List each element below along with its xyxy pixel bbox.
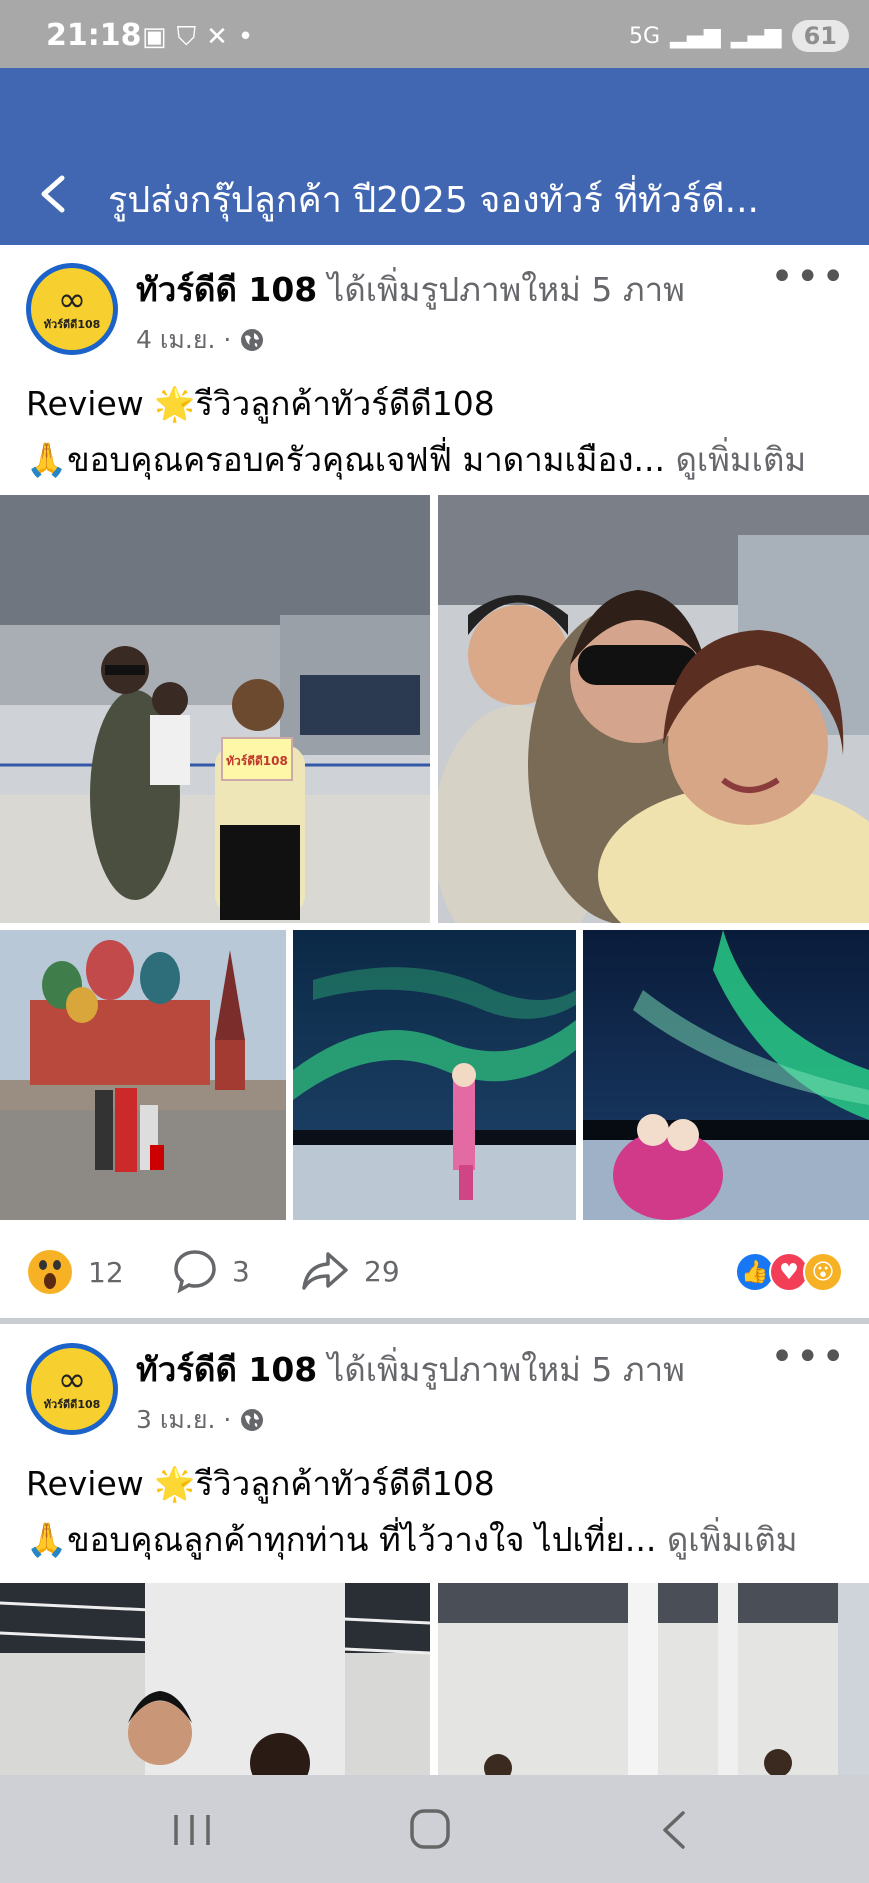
album-header: รูปส่งกรุ๊ปลูกค้า ปี2025 จองทัวร์ ที่ทัว… — [0, 68, 869, 245]
see-more-link[interactable]: ดูเพิ่มเติม — [675, 440, 806, 479]
wow-emoji-icon — [28, 1250, 72, 1294]
post: ∞ ทัวร์ดีดี108 ทัวร์ดีดี 108 ได้เพิ่มรูป… — [0, 245, 869, 1320]
comment-count: 3 — [232, 1254, 250, 1288]
share-icon — [302, 1252, 348, 1290]
photo-sign-text: ทัวร์ดีดี108 — [226, 754, 288, 768]
network-type: 5G — [629, 23, 661, 49]
post-date[interactable]: 3 เม.ย. · — [136, 1400, 231, 1440]
more-icon[interactable]: ••• — [770, 257, 847, 297]
photo-aurora-2[interactable] — [583, 930, 869, 1220]
signal-icon: ▂▄▆ — [670, 23, 721, 49]
dot-icon: • — [237, 22, 254, 52]
system-nav-bar — [0, 1775, 869, 1883]
post-date[interactable]: 4 เม.ย. · — [136, 320, 231, 360]
avatar-label: ทัวร์ดีดี108 — [43, 318, 101, 331]
post-header-line: ทัวร์ดีดี 108 ได้เพิ่มรูปภาพใหม่ 5 ภาพ — [136, 263, 685, 316]
post-text-line-1: Review 🌟รีวิวลูกค้าทัวร์ดีดี108 — [26, 384, 495, 423]
share-count: 29 — [364, 1254, 400, 1288]
photo-airport-2[interactable] — [0, 1583, 430, 1775]
screenshot-icon: ▣ — [142, 22, 167, 52]
shield-icon: ⛉ — [176, 22, 197, 52]
status-notification-icons: ▣ ⛉ ✕ • — [142, 22, 253, 53]
infinity-icon: ∞ — [57, 280, 87, 320]
back-arrow-icon[interactable] — [30, 164, 80, 224]
author-name[interactable]: ทัวร์ดีดี 108 — [136, 1350, 317, 1389]
avatar-logo: ∞ ทัวร์ดีดี108 — [31, 1348, 113, 1430]
globe-icon — [241, 329, 264, 351]
status-bar: 21:18 ▣ ⛉ ✕ • 5G ▂▄▆ ▂▄▆ 61 — [0, 0, 869, 68]
see-more-link[interactable]: ดูเพิ่มเติม — [667, 1520, 798, 1559]
page-title: รูปส่งกรุ๊ปลูกค้า ปี2025 จองทัวร์ ที่ทัว… — [108, 180, 759, 221]
recents-icon[interactable] — [162, 1805, 222, 1855]
more-icon[interactable]: ••• — [770, 1337, 847, 1377]
photo-moscow[interactable] — [0, 930, 286, 1220]
photo-airport-3[interactable] — [438, 1583, 869, 1775]
avatar-label: ทัวร์ดีดี108 — [43, 1398, 101, 1411]
post-action: ได้เพิ่มรูปภาพใหม่ 5 ภาพ — [327, 270, 685, 309]
post-action: ได้เพิ่มรูปภาพใหม่ 5 ภาพ — [327, 1350, 685, 1389]
infinity-icon: ∞ — [57, 1360, 87, 1400]
author-name[interactable]: ทัวร์ดีดี 108 — [136, 270, 317, 309]
photo-selfie[interactable] — [438, 495, 869, 923]
photo-airport-group[interactable]: ทัวร์ดีดี108 — [0, 495, 430, 923]
avatar[interactable]: ∞ ทัวร์ดีดี108 — [26, 263, 118, 355]
post-text-line-2: 🙏ขอบคุณลูกค้าทุกท่าน ที่ไว้วางใจ ไปเที่ย… — [26, 1513, 798, 1566]
reaction-icons[interactable]: 👍 ♥ 😮 — [735, 1252, 843, 1292]
post-text-body: 🙏ขอบคุณลูกค้าทุกท่าน ที่ไว้วางใจ ไปเที่ย… — [26, 1520, 657, 1559]
status-time: 21:18 — [46, 18, 142, 53]
post-text-body: 🙏ขอบคุณครอบครัวคุณเจฟฟี่ มาดามเมือง... — [26, 440, 665, 479]
post-divider — [0, 1318, 869, 1324]
post-text-line-1: Review 🌟รีวิวลูกค้าทัวร์ดีดี108 — [26, 1464, 495, 1503]
home-icon[interactable] — [400, 1805, 460, 1855]
reaction-summary[interactable]: 12 — [26, 1248, 124, 1296]
post-meta: 4 เม.ย. · — [136, 320, 265, 360]
post-actions: 12 3 29 👍 ♥ 😮 — [0, 1230, 869, 1320]
globe-icon — [241, 1409, 264, 1431]
signal-icon-2: ▂▄▆ — [730, 23, 782, 49]
avatar[interactable]: ∞ ทัวร์ดีดี108 — [26, 1343, 118, 1435]
post: ∞ ทัวร์ดีดี108 ทัวร์ดีดี 108 ได้เพิ่มรูป… — [0, 1325, 869, 1775]
battery-indicator: 61 — [791, 20, 849, 52]
comment-icon — [174, 1250, 216, 1294]
post-header-line: ทัวร์ดีดี 108 ได้เพิ่มรูปภาพใหม่ 5 ภาพ — [136, 1343, 685, 1396]
avatar-logo: ∞ ทัวร์ดีดี108 — [31, 268, 113, 350]
app-icon: ✕ — [206, 22, 228, 52]
post-text-line-2: 🙏ขอบคุณครอบครัวคุณเจฟฟี่ มาดามเมือง... ด… — [26, 433, 806, 486]
photo-aurora-1[interactable] — [293, 930, 576, 1220]
status-system-icons: 5G ▂▄▆ ▂▄▆ 61 — [629, 20, 849, 52]
nav-back-icon[interactable] — [645, 1805, 705, 1855]
reaction-count: 12 — [88, 1255, 124, 1289]
comment-button[interactable]: 3 — [172, 1248, 250, 1294]
wow-reaction-icon: 😮 — [803, 1252, 843, 1292]
share-button[interactable]: 29 — [300, 1248, 400, 1294]
post-meta: 3 เม.ย. · — [136, 1400, 265, 1440]
